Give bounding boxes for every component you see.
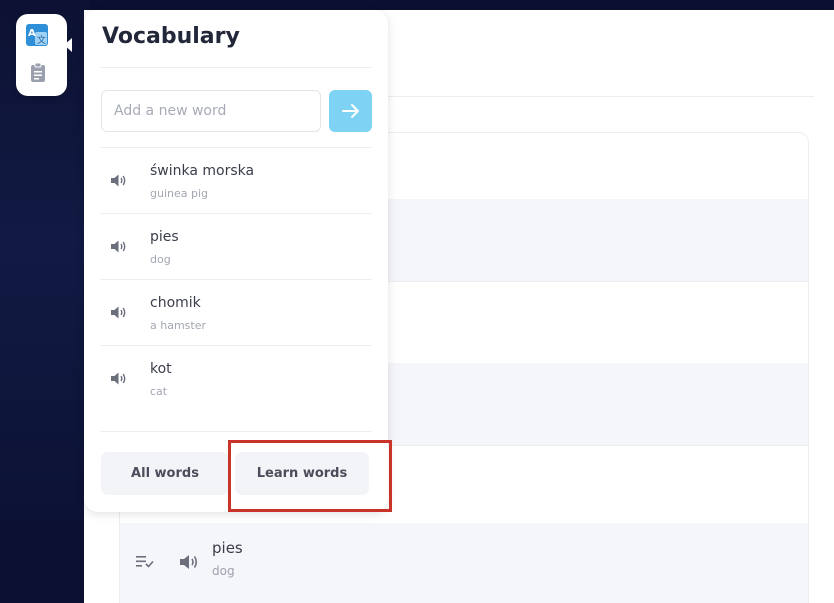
list-item[interactable]: świnka morska guinea pig — [100, 147, 372, 213]
popup-title: Vocabulary — [102, 24, 240, 49]
svg-text:文: 文 — [37, 34, 46, 46]
speaker-icon[interactable] — [110, 371, 128, 386]
word-translation: a hamster — [150, 319, 206, 332]
list-item[interactable]: kot cat — [100, 345, 372, 411]
word-translation: cat — [150, 385, 168, 398]
add-word-button[interactable] — [329, 90, 372, 132]
list-divider — [100, 431, 372, 432]
word-translation: dog — [150, 253, 171, 266]
vocabulary-list: świnka morska guinea pig pies dog chomik… — [100, 147, 372, 411]
title-divider — [100, 67, 372, 68]
word-text: chomik — [150, 295, 201, 311]
all-words-button[interactable]: All words — [101, 452, 229, 495]
translate-icon[interactable]: A 文 — [26, 24, 48, 46]
list-item[interactable]: pies dog — [100, 213, 372, 279]
arrow-right-icon — [341, 104, 359, 118]
list-translation: dog — [212, 564, 235, 578]
clipboard-icon[interactable] — [30, 62, 46, 82]
speaker-icon[interactable] — [110, 173, 128, 188]
tool-rail: A 文 — [16, 14, 72, 96]
header-divider — [384, 96, 814, 97]
speaker-icon[interactable] — [110, 305, 128, 320]
word-text: kot — [150, 361, 172, 377]
speaker-icon[interactable] — [110, 239, 128, 254]
word-text: świnka morska — [150, 163, 255, 179]
add-word-input[interactable] — [101, 90, 321, 132]
list-row-word[interactable]: pies dog — [120, 523, 808, 603]
list-check-icon[interactable] — [136, 555, 154, 569]
list-item[interactable]: chomik a hamster — [100, 279, 372, 345]
highlight-annotation — [228, 440, 392, 512]
svg-text:A: A — [28, 28, 36, 39]
vocabulary-popup: Vocabulary świnka morska guinea pig pies… — [84, 10, 388, 512]
word-translation: guinea pig — [150, 187, 209, 200]
speaker-icon[interactable] — [178, 553, 200, 571]
word-text: pies — [150, 229, 179, 245]
top-background-strip — [0, 0, 834, 10]
list-word: pies — [212, 539, 243, 557]
popup-pointer — [64, 38, 72, 52]
